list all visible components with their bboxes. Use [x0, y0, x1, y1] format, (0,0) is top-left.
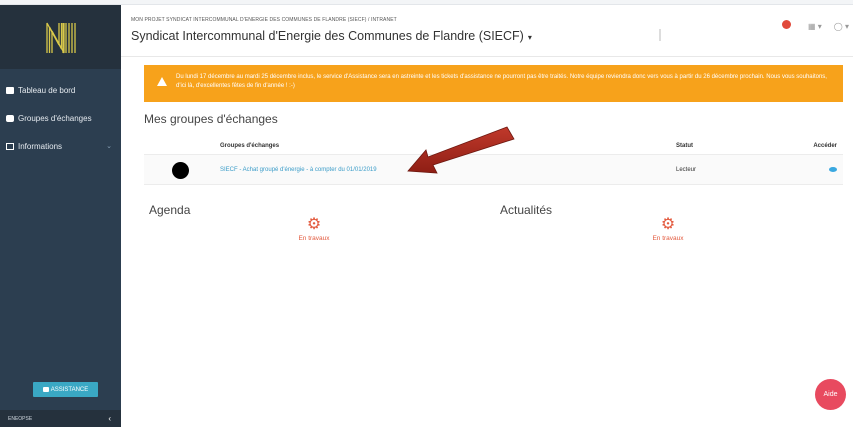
col-header-groupes: Groupes d'échanges	[220, 143, 280, 149]
page-title-text: Syndicat Intercommunal d'Energie des Com…	[131, 29, 524, 43]
logo-icon	[45, 22, 76, 54]
page-title[interactable]: Syndicat Intercommunal d'Energie des Com…	[131, 29, 532, 43]
divider	[659, 29, 661, 41]
table-row[interactable]: SIECF - Achat groupé d'énergie - à compt…	[144, 155, 843, 185]
assistance-button[interactable]: ASSISTANCE	[33, 382, 98, 397]
agenda-status: ⚙ En travaux	[284, 216, 344, 242]
actus-title: Actualités	[500, 203, 553, 217]
agenda-title: Agenda	[149, 203, 191, 217]
sidebar-item-informations[interactable]: Informations ⌄	[0, 136, 121, 156]
sidebar-item-groups[interactable]: Groupes d'échanges	[0, 108, 121, 128]
collapse-sidebar-icon[interactable]: ‹	[108, 414, 111, 423]
app-logo[interactable]	[0, 5, 121, 69]
table-header: Groupes d'échanges Statut Accéder	[144, 137, 843, 155]
groups-table: Groupes d'échanges Statut Accéder SIECF …	[144, 137, 843, 185]
assistance-label: ASSISTANCE	[50, 386, 89, 393]
sidebar-item-dashboard[interactable]: Tableau de bord	[0, 80, 121, 100]
gear-icon: ⚙	[306, 216, 322, 233]
group-status: Lecteur	[676, 167, 697, 173]
col-header-acceder: Accéder	[813, 143, 837, 149]
sidebar-item-label: Groupes d'échanges	[18, 113, 92, 123]
actus-status: ⚙ En travaux	[638, 216, 698, 242]
footer-label: ENEOPSE	[8, 415, 33, 422]
bell-icon[interactable]	[782, 20, 796, 32]
agenda-status-text: En travaux	[298, 235, 330, 242]
apps-grid-icon[interactable]: ▦ ▾	[808, 22, 822, 31]
groups-section-title: Mes groupes d'échanges	[144, 112, 278, 126]
caret-down-icon: ▾	[527, 33, 532, 42]
sidebar-footer: ENEOPSE ‹	[0, 410, 121, 427]
warning-icon	[157, 77, 167, 86]
alert-banner: Du lundi 17 décembre au mardi 25 décembr…	[144, 65, 843, 102]
sidebar-item-label: Tableau de bord	[18, 85, 76, 95]
user-icon[interactable]: ◯ ▾	[834, 22, 849, 31]
list-icon	[6, 142, 14, 150]
header-icons: ▦ ▾ ◯ ▾	[782, 20, 849, 32]
sidebar: Tableau de bord Groupes d'échanges Infor…	[0, 5, 121, 427]
actus-status-text: En travaux	[652, 235, 684, 242]
gear-icon: ⚙	[660, 216, 676, 233]
sidebar-item-label: Informations	[18, 141, 63, 151]
top-header: MON PROJET SYNDICAT INTERCOMMUNAL D'ENER…	[121, 5, 853, 57]
group-link[interactable]: SIECF - Achat groupé d'énergie - à compt…	[220, 167, 377, 173]
help-button[interactable]: Aide	[815, 379, 846, 410]
chevron-down-icon: ⌄	[106, 143, 112, 150]
avatar	[172, 162, 189, 179]
col-header-statut: Statut	[676, 143, 693, 149]
breadcrumb[interactable]: MON PROJET SYNDICAT INTERCOMMUNAL D'ENER…	[131, 17, 397, 23]
dashboard-icon	[6, 86, 14, 94]
chat-icon	[6, 114, 14, 122]
alert-text: Du lundi 17 décembre au mardi 25 décembr…	[176, 74, 827, 89]
eye-icon[interactable]	[829, 167, 837, 172]
ticket-icon	[42, 387, 49, 392]
